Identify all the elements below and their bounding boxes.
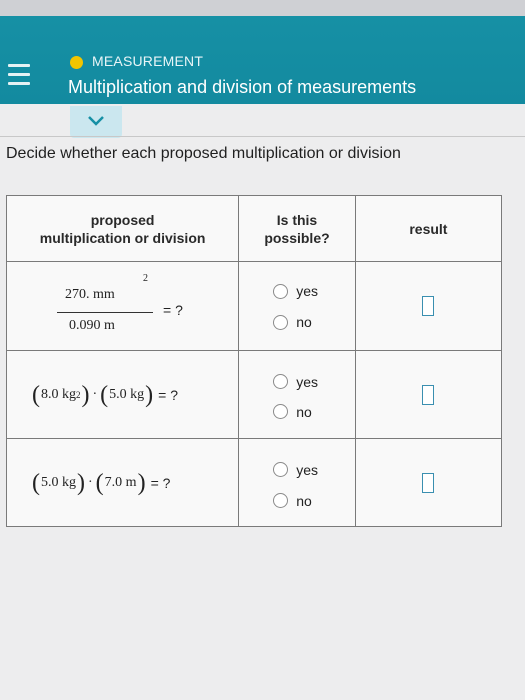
no-radio-option[interactable]: no bbox=[273, 314, 312, 330]
fraction-expression: 270. mm 2 0.090 m = ? bbox=[7, 262, 238, 350]
no-radio[interactable] bbox=[273, 493, 289, 508]
possible-cell: yes no bbox=[238, 438, 356, 527]
possible-cell: yes no bbox=[238, 350, 356, 439]
result-input[interactable] bbox=[422, 472, 435, 493]
chevron-down-icon bbox=[88, 116, 104, 126]
equals-question: = ? bbox=[158, 386, 179, 403]
yes-radio-option[interactable]: yes bbox=[273, 374, 318, 390]
possible-cell: yes no bbox=[238, 261, 356, 351]
table-header-row: proposed multiplication or division Is t… bbox=[5, 195, 503, 262]
expression-cell: (8.0 kg 2) · (5.0 kg) = ? bbox=[5, 350, 240, 439]
instruction-text: Decide whether each proposed multiplicat… bbox=[6, 145, 401, 162]
header-result: result bbox=[354, 195, 503, 262]
header-proposed: proposed multiplication or division bbox=[5, 195, 240, 262]
menu-icon[interactable] bbox=[8, 64, 30, 86]
table-row: 270. mm 2 0.090 m = ? yes no bbox=[5, 261, 503, 351]
factor-exponent: 2 bbox=[76, 389, 81, 400]
no-radio-option[interactable]: no bbox=[273, 404, 312, 420]
header-bar: MEASUREMENT Multiplication and division … bbox=[0, 16, 525, 104]
yes-radio[interactable] bbox=[273, 374, 289, 389]
yes-radio-option[interactable]: yes bbox=[273, 462, 318, 478]
result-input[interactable] bbox=[422, 296, 435, 316]
header-proposed-line1: proposed bbox=[90, 211, 155, 228]
equals-question: = ? bbox=[163, 302, 183, 318]
expression-cell: 270. mm 2 0.090 m = ? bbox=[5, 261, 240, 351]
page-title: Multiplication and division of measureme… bbox=[68, 77, 417, 97]
no-radio[interactable] bbox=[273, 314, 289, 330]
product-expression: (5.0 kg) · (7.0 m) = ? bbox=[32, 469, 171, 496]
fraction-bar bbox=[57, 312, 153, 313]
expression-cell: (5.0 kg) · (7.0 m) = ? bbox=[5, 438, 240, 527]
product-expression: (8.0 kg 2) · (5.0 kg) = ? bbox=[32, 381, 179, 408]
table-row: (5.0 kg) · (7.0 m) = ? yes no bbox=[5, 438, 503, 527]
table-row: (8.0 kg 2) · (5.0 kg) = ? yes no bbox=[5, 350, 503, 439]
result-cell bbox=[354, 261, 503, 351]
yes-radio-option[interactable]: yes bbox=[273, 283, 318, 299]
denominator: 0.090 m bbox=[69, 318, 115, 333]
topic-label: MEASUREMENT bbox=[92, 53, 204, 69]
yes-radio[interactable] bbox=[273, 283, 289, 299]
header-possible: Is this possible? bbox=[238, 195, 356, 262]
result-input[interactable] bbox=[422, 384, 435, 405]
equals-question: = ? bbox=[150, 474, 171, 491]
header-possible-line2: possible? bbox=[264, 229, 330, 246]
topic-status-dot-icon bbox=[70, 56, 83, 69]
result-cell bbox=[354, 438, 503, 527]
expand-button[interactable] bbox=[70, 106, 122, 138]
header-possible-line1: Is this bbox=[276, 211, 318, 228]
top-bar bbox=[0, 0, 525, 16]
no-radio-option[interactable]: no bbox=[273, 493, 312, 509]
numerator: 270. mm 2 bbox=[65, 273, 148, 302]
numerator-exponent: 2 bbox=[143, 273, 148, 284]
result-cell bbox=[354, 350, 503, 439]
header-proposed-line2: multiplication or division bbox=[39, 229, 206, 246]
problem-table: proposed multiplication or division Is t… bbox=[5, 195, 503, 527]
divider bbox=[0, 136, 525, 137]
no-radio[interactable] bbox=[273, 404, 289, 419]
yes-radio[interactable] bbox=[273, 462, 289, 477]
